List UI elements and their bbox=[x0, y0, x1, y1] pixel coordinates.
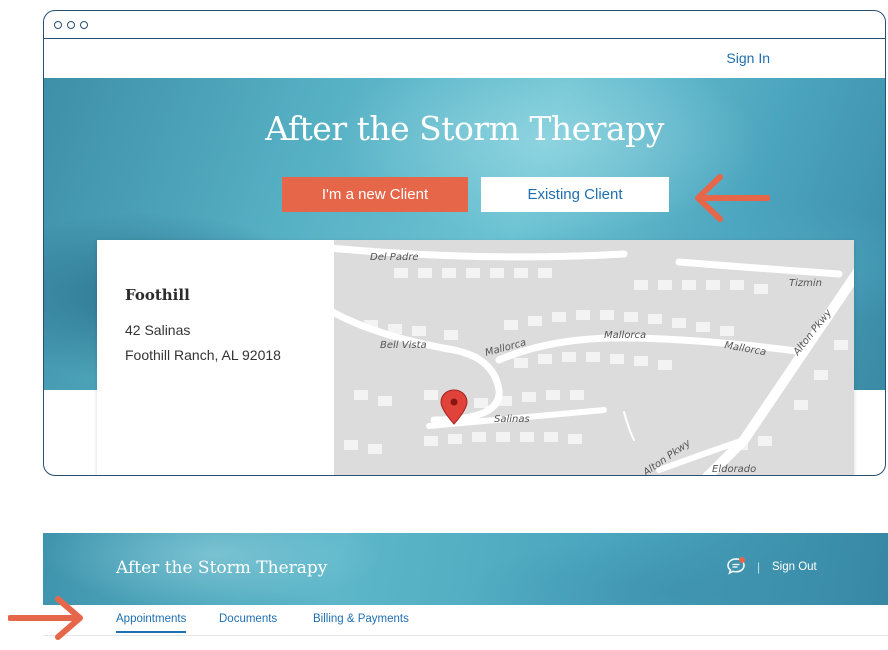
tab-billing-payments[interactable]: Billing & Payments bbox=[313, 613, 409, 625]
header-separator: | bbox=[757, 560, 761, 574]
arrow-left-icon bbox=[695, 174, 770, 222]
existing-client-button[interactable]: Existing Client bbox=[481, 177, 669, 212]
map-graphic: Del Padre Tizmin Alton Pkwy Bell Vista M… bbox=[334, 240, 854, 475]
map-label-eldorado: Eldorado bbox=[712, 464, 756, 475]
window-maximize-dot[interactable] bbox=[80, 20, 88, 29]
chat-notification-icon[interactable] bbox=[726, 556, 746, 576]
new-client-button[interactable]: I'm a new Client bbox=[282, 177, 468, 212]
map-label-bell-vista: Bell Vista bbox=[380, 340, 427, 351]
window-close-dot[interactable] bbox=[54, 20, 62, 29]
location-address: 42 Salinas Foothill Ranch, AL 92018 bbox=[125, 318, 281, 368]
window-minimize-dot[interactable] bbox=[67, 20, 75, 29]
map-label-salinas: Salinas bbox=[494, 414, 530, 425]
map-label-del-padre: Del Padre bbox=[370, 252, 419, 263]
tab-appointments[interactable]: Appointments bbox=[116, 613, 187, 633]
app-header: After the Storm Therapy | Sign Out bbox=[43, 533, 888, 605]
window-chrome bbox=[44, 11, 885, 39]
location-card: Foothill 42 Salinas Foothill Ranch, AL 9… bbox=[97, 240, 854, 475]
browser-window: Sign In After the Storm Therapy I'm a ne… bbox=[43, 10, 886, 476]
sign-in-link[interactable]: Sign In bbox=[726, 50, 770, 66]
app-title: After the Storm Therapy bbox=[116, 558, 328, 578]
hero-title: After the Storm Therapy bbox=[265, 109, 664, 148]
address-line-2: Foothill Ranch, AL 92018 bbox=[125, 347, 281, 363]
address-line-1: 42 Salinas bbox=[125, 322, 191, 338]
location-map[interactable]: Del Padre Tizmin Alton Pkwy Bell Vista M… bbox=[334, 240, 854, 475]
tab-documents[interactable]: Documents bbox=[219, 613, 277, 625]
top-bar: Sign In bbox=[44, 39, 885, 77]
location-name: Foothill bbox=[125, 286, 190, 304]
map-label-tizmin: Tizmin bbox=[789, 278, 822, 289]
arrow-right-icon bbox=[8, 596, 83, 640]
tab-bar: Appointments Documents Billing & Payment… bbox=[43, 605, 888, 636]
map-label-mallorca-2: Mallorca bbox=[604, 330, 646, 341]
sign-out-link[interactable]: Sign Out bbox=[772, 561, 817, 573]
